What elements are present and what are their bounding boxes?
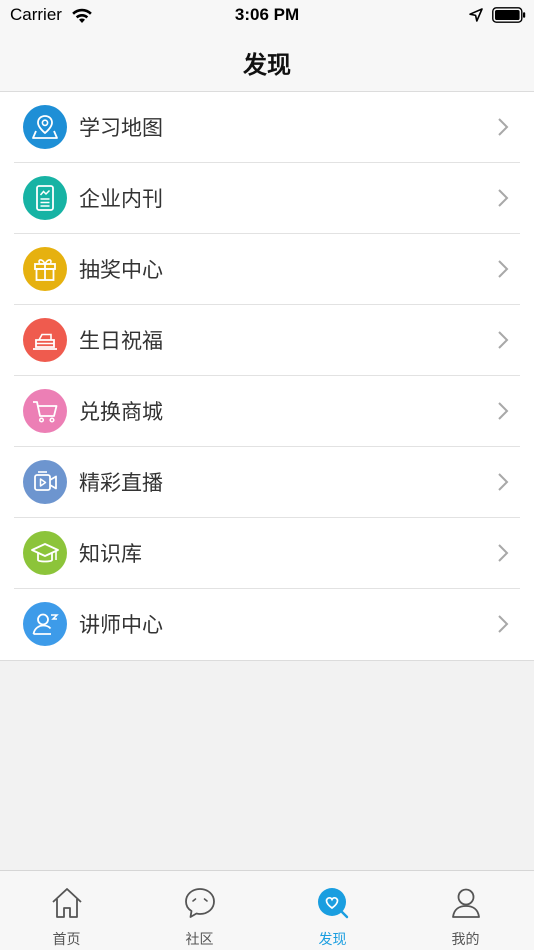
battery-icon (492, 7, 526, 23)
tab-mine[interactable]: 我的 (399, 871, 532, 950)
chevron-right-icon (498, 473, 509, 491)
tab-label: 发现 (318, 932, 347, 948)
discover-screen: Carrier 3:06 PM 发现 学习地图 企业内刊 抽奖中心 生日祝福 兑… (0, 0, 534, 950)
tab-bar: 首页 社区 发现 我的 (0, 870, 534, 950)
chevron-right-icon (498, 615, 509, 633)
chevron-right-icon (498, 189, 509, 207)
menu-item-label: 抽奖中心 (79, 258, 163, 282)
tab-label: 我的 (451, 932, 480, 948)
discover-heart-icon (317, 888, 348, 919)
chevron-right-icon (498, 118, 509, 136)
home-icon (51, 888, 82, 918)
menu-item-lottery-center[interactable]: 抽奖中心 (0, 234, 534, 305)
graduation-cap-icon (23, 531, 67, 575)
tab-label: 首页 (52, 932, 81, 948)
menu-item-knowledge-base[interactable]: 知识库 (0, 518, 534, 589)
menu-item-label: 兑换商城 (79, 400, 163, 424)
tab-discover[interactable]: 发现 (266, 871, 399, 950)
video-icon (23, 460, 67, 504)
gift-icon (23, 247, 67, 291)
person-icon (451, 888, 480, 918)
tab-community[interactable]: 社区 (133, 871, 266, 950)
status-bar: Carrier 3:06 PM (0, 0, 534, 30)
chevron-right-icon (498, 402, 509, 420)
menu-item-exchange-mall[interactable]: 兑换商城 (0, 376, 534, 447)
chevron-right-icon (498, 260, 509, 278)
status-time: 3:06 PM (234, 5, 300, 24)
tab-label: 社区 (185, 932, 214, 948)
menu-item-label: 讲师中心 (79, 613, 163, 637)
cart-icon (23, 389, 67, 433)
lecturer-icon (23, 602, 67, 646)
navigation-bar: 发现 (0, 30, 534, 92)
page-title: 发现 (243, 51, 291, 79)
menu-item-live-broadcast[interactable]: 精彩直播 (0, 447, 534, 518)
menu-item-birthday-wishes[interactable]: 生日祝福 (0, 305, 534, 376)
chevron-right-icon (498, 544, 509, 562)
location-arrow-icon (469, 8, 483, 22)
menu-item-label: 生日祝福 (79, 329, 163, 353)
cake-icon (23, 318, 67, 362)
menu-item-learning-map[interactable]: 学习地图 (0, 92, 534, 163)
tab-home[interactable]: 首页 (0, 871, 133, 950)
chevron-right-icon (498, 331, 509, 349)
menu-item-company-magazine[interactable]: 企业内刊 (0, 163, 534, 234)
menu-item-lecturer-center[interactable]: 讲师中心 (0, 589, 534, 660)
menu-item-label: 企业内刊 (79, 187, 163, 211)
magazine-icon (23, 176, 67, 220)
map-pin-icon (23, 105, 67, 149)
chat-bubble-icon (184, 888, 215, 918)
menu-item-label: 知识库 (79, 542, 142, 566)
menu-item-label: 学习地图 (79, 116, 163, 140)
menu-item-label: 精彩直播 (79, 471, 163, 495)
discover-menu-list: 学习地图 企业内刊 抽奖中心 生日祝福 兑换商城 精彩直播 知识库 讲师中心 (0, 92, 534, 661)
